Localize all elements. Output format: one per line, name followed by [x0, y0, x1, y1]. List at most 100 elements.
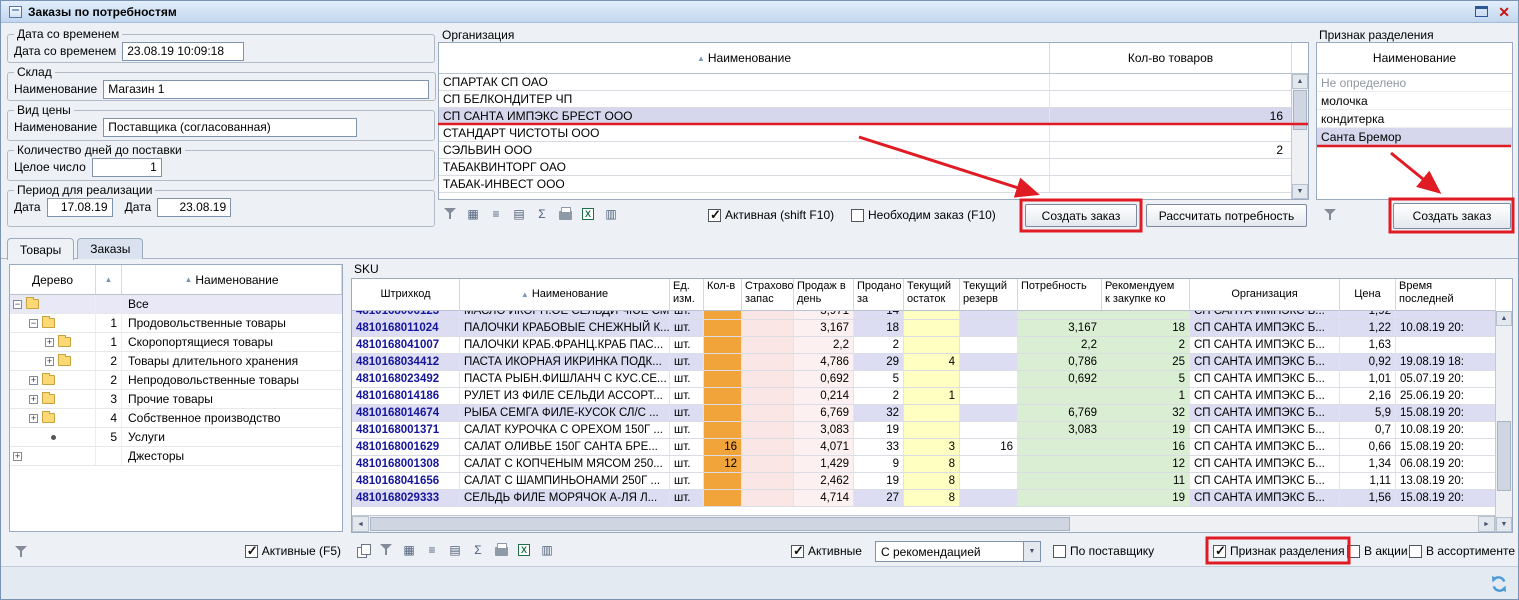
sum-icon[interactable]: Σ — [468, 541, 488, 559]
expand-icon[interactable]: + — [45, 357, 54, 366]
filter-icon[interactable] — [1320, 206, 1340, 224]
create-order-button[interactable]: Создать заказ — [1025, 204, 1137, 227]
in-promo-checkbox[interactable]: В акции — [1347, 544, 1408, 558]
division-row[interactable]: кондитерка — [1317, 110, 1512, 128]
scroll-right-button[interactable]: ► — [1478, 516, 1495, 532]
col-header-price[interactable]: Цена — [1340, 279, 1396, 311]
period-to-input[interactable]: 23.08.19 — [157, 198, 231, 217]
grid-settings-icon[interactable]: ▥ — [601, 205, 621, 223]
sku-vertical-scrollbar[interactable]: ▲ ▼ — [1495, 311, 1512, 532]
tree-row[interactable]: −Все — [10, 295, 342, 314]
print-icon[interactable] — [491, 541, 511, 559]
sku-row[interactable]: 4810168006123МАСЛО ИКОРН.ОЕ СЕЛЬДИ ЧЮЕ С… — [352, 311, 1512, 320]
division-row[interactable]: Не определено — [1317, 74, 1512, 92]
organization-row[interactable]: СП БЕЛКОНДИТЕР ЧП — [439, 91, 1291, 108]
sku-row[interactable]: 4810168029333СЕЛЬДЬ ФИЛЕ МОРЯЧОК А-ЛЯ Л.… — [352, 490, 1512, 507]
tree-row[interactable]: +2Непродовольственные товары — [10, 371, 342, 390]
sum-icon[interactable]: Σ — [532, 205, 552, 223]
division-row[interactable]: молочка — [1317, 92, 1512, 110]
col-header-org[interactable]: Организация — [1190, 279, 1340, 311]
calculate-need-button[interactable]: Рассчитать потребность — [1146, 204, 1307, 227]
tree-row[interactable]: +3Прочие товары — [10, 390, 342, 409]
sku-row[interactable]: 4810168034412ПАСТА ИКОРНАЯ ИКРИНКА ПОДК.… — [352, 354, 1512, 371]
refresh-button[interactable] — [1488, 573, 1510, 595]
scroll-thumb[interactable] — [370, 517, 1070, 531]
warehouse-input[interactable]: Магазин 1 — [103, 80, 429, 99]
col-header-stock[interactable]: Текущий остаток — [904, 279, 960, 311]
delivery-days-input[interactable]: 1 — [92, 158, 162, 177]
numbered-list-icon[interactable]: ≡ — [486, 205, 506, 223]
sku-row[interactable]: 4810168001629САЛАТ ОЛИВЬЕ 150Г САНТА БРЕ… — [352, 439, 1512, 456]
tree-row[interactable]: +4Собственное производство — [10, 409, 342, 428]
sku-row[interactable]: 4810168023492ПАСТА РЫБН.ФИШЛАНЧ С КУС.СЕ… — [352, 371, 1512, 388]
scroll-thumb[interactable] — [1293, 90, 1307, 130]
by-supplier-checkbox[interactable]: По поставщику — [1053, 544, 1154, 558]
active-sku-checkbox[interactable]: Активные — [791, 544, 862, 558]
organization-row[interactable]: ТАБАКВИНТОРГ ОАО — [439, 159, 1291, 176]
period-from-input[interactable]: 17.08.19 — [47, 198, 113, 217]
col-header-safety[interactable]: Страхово запас — [742, 279, 794, 311]
division-col-header[interactable]: Наименование — [1317, 43, 1512, 74]
sheets-icon[interactable] — [353, 541, 373, 559]
sku-row[interactable]: 4810168001308САЛАТ С КОПЧЕНЫМ МЯСОМ 250.… — [352, 456, 1512, 473]
col-header-sales-day[interactable]: Продаж в день — [794, 279, 854, 311]
scroll-thumb[interactable] — [1497, 421, 1511, 491]
close-button[interactable]: ✕ — [1498, 5, 1510, 19]
grid-settings-icon[interactable]: ▥ — [537, 541, 557, 559]
tree-col-header[interactable]: Дерево — [10, 265, 96, 294]
scroll-left-button[interactable]: ◄ — [352, 516, 369, 532]
active-org-checkbox[interactable]: Активная (shift F10) — [708, 208, 834, 222]
create-order-division-button[interactable]: Создать заказ — [1393, 203, 1511, 229]
org-col-header-name[interactable]: ▲ Наименование — [439, 43, 1050, 73]
expand-icon[interactable]: + — [29, 376, 38, 385]
grid-icon[interactable]: ▦ — [399, 541, 419, 559]
expand-icon[interactable]: + — [29, 395, 38, 404]
active-tree-checkbox[interactable]: Активные (F5) — [245, 544, 341, 558]
grid-edit-icon[interactable]: ▤ — [509, 205, 529, 223]
need-order-checkbox[interactable]: Необходим заказ (F10) — [851, 208, 996, 222]
org-vertical-scrollbar[interactable]: ▲ ▼ — [1291, 74, 1308, 199]
sku-row[interactable]: 4810168014674РЫБА СЕМГА ФИЛЕ-КУСОК СЛ/С … — [352, 405, 1512, 422]
division-row[interactable]: Санта Бремор — [1317, 128, 1512, 146]
numbered-list-icon[interactable]: ≡ — [422, 541, 442, 559]
col-header-name[interactable]: ▲ Наименование — [460, 279, 670, 311]
col-header-unit[interactable]: Ед. изм. — [670, 279, 704, 311]
col-header-time[interactable]: Время последней — [1396, 279, 1496, 311]
in-assortment-checkbox[interactable]: В ассортименте — [1409, 544, 1515, 558]
collapse-icon[interactable]: − — [13, 300, 22, 309]
tree-row[interactable]: 5Услуги — [10, 428, 342, 447]
sku-row[interactable]: 4810168041656САЛАТ С ШАМПИНЬОНАМИ 250Г .… — [352, 473, 1512, 490]
col-header-barcode[interactable]: Штрихкод — [352, 279, 460, 311]
tree-row[interactable]: +1Скоропортящиеся товары — [10, 333, 342, 352]
datetime-input[interactable]: 23.08.19 10:09:18 — [122, 42, 244, 61]
tree-sort-col-header[interactable]: ▲ — [96, 265, 122, 294]
excel-icon[interactable]: X — [578, 205, 598, 223]
tree-row[interactable]: −1Продовольственные товары — [10, 314, 342, 333]
organization-row[interactable]: СТАНДАРТ ЧИСТОТЫ ООО — [439, 125, 1291, 142]
tree-row[interactable]: +Джесторы — [10, 447, 342, 466]
scroll-up-button[interactable]: ▲ — [1496, 311, 1512, 326]
sku-row[interactable]: 4810168011024ПАЛОЧКИ КРАБОВЫЕ СНЕЖНЫЙ К.… — [352, 320, 1512, 337]
scroll-down-button[interactable]: ▼ — [1292, 184, 1308, 199]
filter-icon[interactable] — [440, 205, 460, 223]
org-col-header-count[interactable]: Кол-во товаров — [1050, 43, 1292, 73]
organization-row[interactable]: СП САНТА ИМПЭКС БРЕСТ ООО16 — [439, 108, 1291, 125]
sku-horizontal-scrollbar[interactable]: ◄ ► — [352, 515, 1495, 532]
recommendation-dropdown[interactable]: С рекомендацией ▼ — [875, 541, 1041, 562]
col-header-sold[interactable]: Продано за — [854, 279, 904, 311]
filter-icon[interactable] — [376, 541, 396, 559]
tree-row[interactable]: +2Товары длительного хранения — [10, 352, 342, 371]
grid-icon[interactable]: ▦ — [463, 205, 483, 223]
expand-icon[interactable]: + — [13, 452, 22, 461]
col-header-reserve[interactable]: Текущий резерв — [960, 279, 1018, 311]
tab-orders[interactable]: Заказы — [77, 238, 143, 259]
sku-row[interactable]: 4810168001371САЛАТ КУРОЧКА С ОРЕХОМ 150Г… — [352, 422, 1512, 439]
sku-row[interactable]: 4810168014186РУЛЕТ ИЗ ФИЛЕ СЕЛЬДИ АССОРТ… — [352, 388, 1512, 405]
maximize-button[interactable] — [1475, 6, 1488, 17]
col-header-need[interactable]: Потребность — [1018, 279, 1102, 311]
scroll-down-button[interactable]: ▼ — [1496, 517, 1512, 532]
tree-name-col-header[interactable]: ▲ Наименование — [122, 265, 342, 294]
sku-row[interactable]: 4810168041007ПАЛОЧКИ КРАБ.ФРАНЦ.КРАБ ПАС… — [352, 337, 1512, 354]
col-header-recommend[interactable]: Рекомендуем к закупке ко — [1102, 279, 1190, 311]
organization-row[interactable]: СЭЛЬВИН ООО2 — [439, 142, 1291, 159]
